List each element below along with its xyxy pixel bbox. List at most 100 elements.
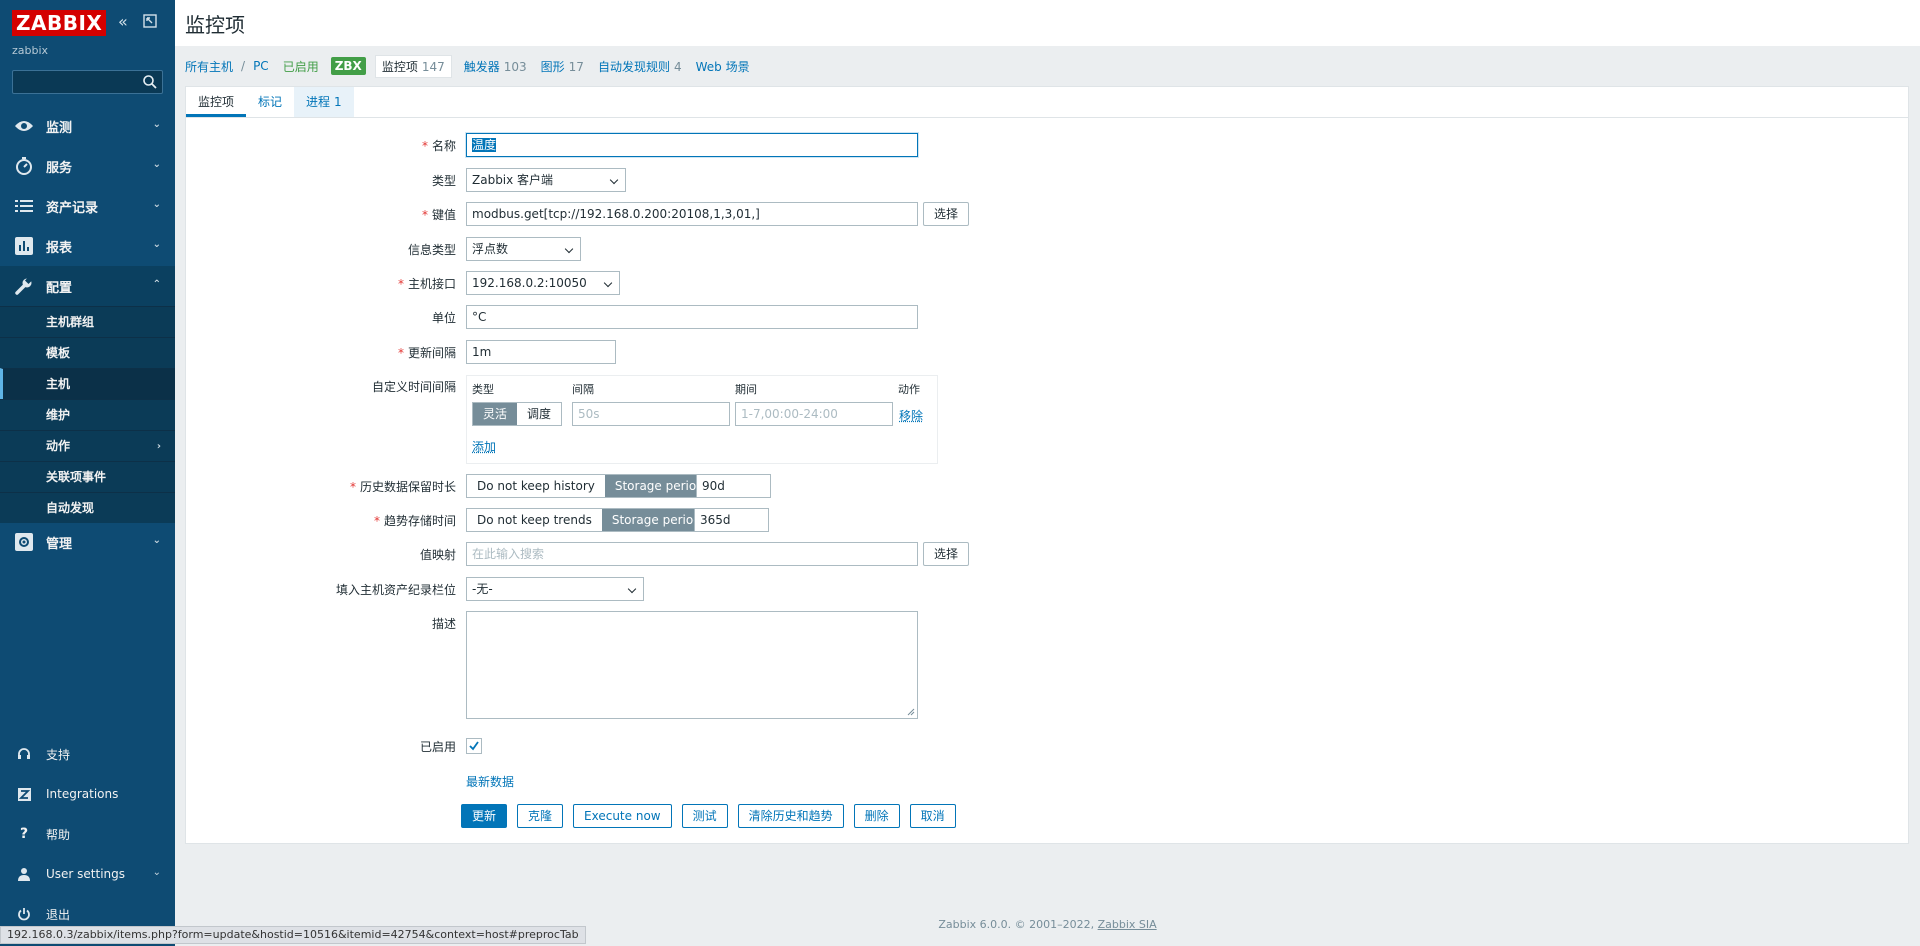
footer-zabbix-link[interactable]: Zabbix SIA — [1098, 918, 1157, 931]
trends-period-input[interactable]: 365d — [694, 508, 769, 532]
submenu-maintenance[interactable]: 维护 — [0, 399, 175, 430]
nav-tab-count: 103 — [503, 59, 527, 74]
nav-tab-label: 自动发现规则 — [597, 59, 670, 74]
history-do-not-keep-option[interactable]: Do not keep history — [467, 475, 605, 497]
valuemap-input[interactable]: 在此输入搜索 — [466, 542, 918, 566]
inventory-select[interactable]: -无- — [466, 577, 644, 601]
history-period-input[interactable]: 90d — [696, 474, 771, 498]
nav-tab-items[interactable]: 监控项 147 — [374, 54, 452, 78]
menu-user-settings[interactable]: User settings ⌄ — [0, 854, 175, 894]
interface-select[interactable]: 192.168.0.2:10050 — [466, 271, 620, 295]
question-icon: ? — [19, 826, 29, 842]
list-icon — [14, 196, 34, 216]
zabbix-logo[interactable]: ZABBIX — [12, 10, 107, 36]
search-icon[interactable] — [142, 74, 158, 90]
menu-label: 资产记录 — [46, 200, 99, 216]
page-title: 监控项 — [185, 13, 245, 37]
menu-label: 监测 — [46, 120, 73, 136]
nav-tab-graphs[interactable]: 图形 17 — [541, 58, 584, 75]
key-select-button[interactable]: 选择 — [923, 202, 970, 226]
row-units: 单位 °C — [186, 305, 1908, 329]
menu-configuration[interactable]: 配置 ⌃ — [0, 266, 175, 306]
nav-tab-web-scenarios[interactable]: Web 场景 — [696, 58, 750, 75]
submenu-hosts[interactable]: 主机 — [0, 368, 175, 399]
row-enabled: 已启用 — [186, 738, 1908, 754]
footer-copyright: Zabbix 6.0.0. © 2001–2022, — [938, 918, 1095, 931]
execute-now-button[interactable]: Execute now — [573, 804, 672, 828]
key-label: * 键值 — [421, 207, 456, 222]
submenu-host-groups[interactable]: 主机群组 — [0, 306, 175, 337]
host-navigation: 所有主机 / PC 已启用 ZBX 监控项 147 触发器 103 图形 17 自动发… — [185, 54, 764, 78]
sidebar-search-input[interactable] — [12, 70, 163, 94]
ci-flexible-option[interactable]: 灵活 — [473, 403, 518, 425]
row-trends: * 趋势存储时间 Do not keep trends Storage perio… — [186, 508, 1908, 532]
name-label: * 名称 — [421, 138, 456, 153]
enabled-checkbox[interactable] — [466, 738, 482, 754]
menu-integrations[interactable]: Integrations — [0, 774, 175, 814]
test-button[interactable]: 测试 — [681, 804, 728, 828]
menu-support[interactable]: 支持 — [0, 734, 175, 774]
trends-label: * 趋势存储时间 — [373, 513, 456, 528]
valuemap-select-button[interactable]: 选择 — [923, 542, 970, 566]
configuration-submenu: 主机群组 模板 主机 维护 动作 › 关联项事件 自动发现 — [0, 306, 175, 523]
units-input[interactable]: °C — [466, 305, 918, 329]
chevron-right-icon: › — [156, 441, 161, 452]
ci-add-link[interactable]: 添加 — [472, 438, 496, 455]
ci-interval-input[interactable]: 50s — [572, 402, 730, 426]
ci-period-input[interactable]: 1-7,00:00-24:00 — [735, 402, 893, 426]
menu-label: 退出 — [46, 907, 71, 922]
form-tab-preprocessing[interactable]: 进程 1 — [294, 87, 354, 117]
z-icon — [16, 786, 32, 802]
type-select[interactable]: Zabbix 客户端 — [466, 168, 626, 192]
nav-tab-count: 147 — [421, 59, 445, 74]
clear-history-button[interactable]: 清除历史和趋势 — [737, 804, 844, 828]
row-valuemap: 值映射 在此输入搜索 选择 — [186, 542, 1908, 566]
menu-label: 报表 — [46, 240, 73, 256]
resize-handle-icon[interactable] — [907, 708, 915, 716]
update-button[interactable]: 更新 — [461, 804, 508, 828]
form-tab-item[interactable]: 监控项 — [186, 87, 247, 117]
update-interval-label: * 更新间隔 — [397, 345, 456, 360]
delete-button[interactable]: 删除 — [853, 804, 900, 828]
menu-monitoring[interactable]: 监测 ⌄ — [0, 106, 175, 146]
row-interface: * 主机接口 192.168.0.2:10050 — [186, 271, 1908, 295]
nav-tab-discovery-rules[interactable]: 自动发现规则 4 — [598, 58, 682, 75]
host-status-enabled: 已启用 — [282, 59, 319, 74]
menu-inventory[interactable]: 资产记录 ⌄ — [0, 186, 175, 226]
submenu-discovery[interactable]: 自动发现 — [0, 492, 175, 523]
breadcrumb-host[interactable]: PC — [253, 59, 269, 73]
menu-help[interactable]: ? 帮助 — [0, 814, 175, 854]
trends-do-not-keep-option[interactable]: Do not keep trends — [467, 509, 602, 531]
menu-reports[interactable]: 报表 ⌄ — [0, 226, 175, 266]
ci-remove-link[interactable]: 移除 — [899, 407, 923, 424]
info-type-select[interactable]: 浮点数 — [466, 237, 581, 261]
collapse-sidebar-icon[interactable]: « — [118, 14, 128, 30]
nav-tab-label: 触发器 — [463, 59, 500, 74]
latest-data-link[interactable]: 最新数据 — [466, 773, 514, 790]
menu-services[interactable]: 服务 ⌄ — [0, 146, 175, 186]
breadcrumb-all-hosts[interactable]: 所有主机 — [185, 58, 233, 75]
submenu-event-correlation[interactable]: 关联项事件 — [0, 461, 175, 492]
nav-tab-label: 图形 — [540, 59, 565, 74]
bar-chart-icon — [14, 236, 34, 256]
history-label: * 历史数据保留时长 — [349, 479, 456, 494]
nav-tab-triggers[interactable]: 触发器 103 — [464, 58, 527, 75]
name-input[interactable]: 温度 — [466, 133, 918, 157]
menu-administration[interactable]: 管理 ⌄ — [0, 522, 175, 562]
update-interval-input[interactable]: 1m — [466, 340, 616, 364]
description-textarea[interactable] — [466, 611, 918, 719]
submenu-actions[interactable]: 动作 › — [0, 430, 175, 461]
kiosk-mode-icon[interactable] — [143, 14, 157, 31]
submenu-templates[interactable]: 模板 — [0, 337, 175, 368]
eye-icon — [14, 116, 34, 136]
chevron-down-icon: ⌄ — [152, 159, 161, 170]
ci-scheduling-option[interactable]: 调度 — [517, 403, 562, 425]
user-icon — [16, 866, 32, 882]
key-input[interactable]: modbus.get[tcp://192.168.0.200:20108,1,3… — [466, 202, 918, 226]
clone-button[interactable]: 克隆 — [517, 804, 564, 828]
zbx-availability-badge: ZBX — [330, 57, 366, 75]
page-header: 监控项 — [175, 0, 1920, 46]
form-tab-count: 1 — [334, 95, 342, 109]
form-tab-tags[interactable]: 标记 — [246, 87, 294, 117]
cancel-button[interactable]: 取消 — [909, 804, 956, 828]
